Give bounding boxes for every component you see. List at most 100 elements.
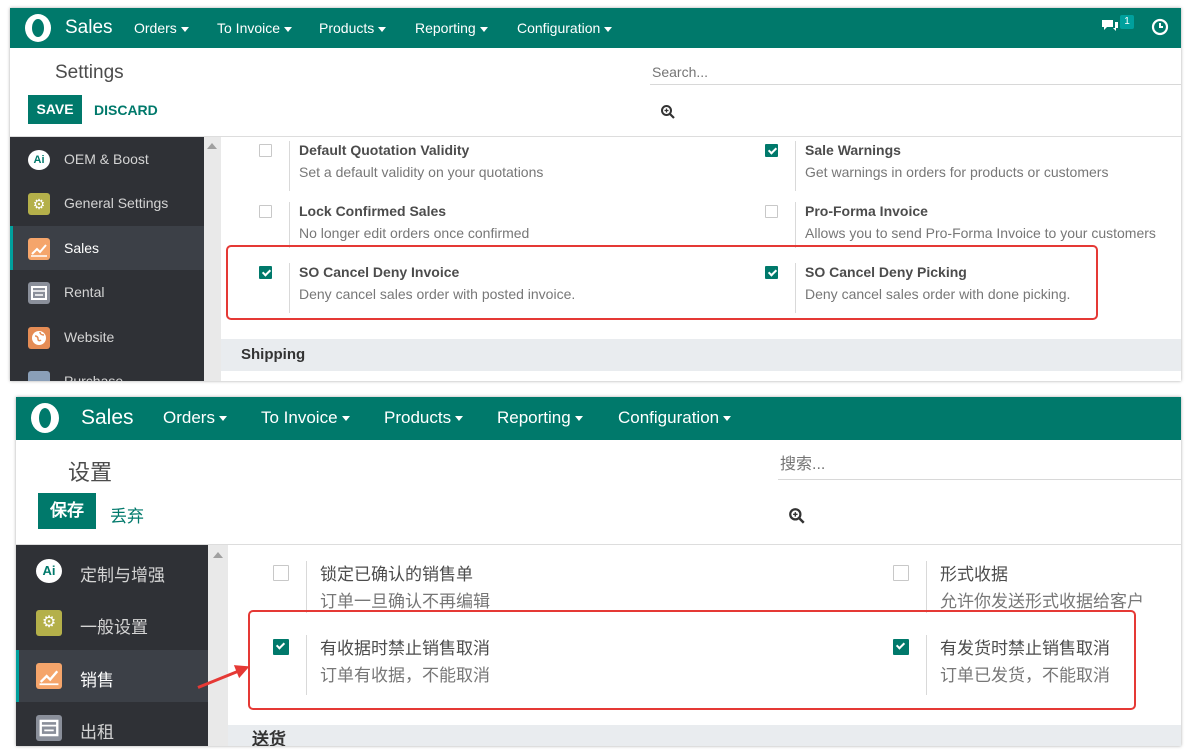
checkbox[interactable] [259, 205, 272, 218]
setting-divider [926, 561, 927, 613]
section-header-shipping: Shipping [221, 339, 1181, 371]
app-name[interactable]: Sales [65, 17, 113, 39]
sidebar-item-general-settings[interactable]: ⚙ 一般设置 [16, 597, 208, 649]
scroll-up-icon[interactable] [207, 143, 217, 149]
globe-icon [28, 327, 50, 349]
menu-configuration[interactable]: Configuration [517, 20, 613, 36]
setting-description: 允许你发送形式收据给客户 [940, 592, 1144, 611]
checkbox[interactable] [765, 205, 778, 218]
caret-down-icon [180, 26, 189, 32]
setting-divider [795, 202, 796, 248]
setting-sale-warnings: Sale Warnings Get warnings in orders for… [727, 137, 1181, 197]
settings-content: 锁定已确认的销售单 订单一旦确认不再编辑 形式收据 允许你发送形式收据给客户 有… [228, 545, 1181, 746]
chart-icon [28, 238, 50, 260]
setting-description: Set a default validity on your quotation… [299, 164, 544, 180]
setting-description: Get warnings in orders for products or c… [805, 164, 1109, 180]
menu-orders[interactable]: Orders [134, 20, 189, 36]
english-settings-screenshot: Sales Orders To Invoice Products Reporti… [10, 8, 1181, 381]
checkbox[interactable] [765, 144, 778, 157]
sidebar-item-label: Purchase [64, 373, 124, 381]
caret-down-icon [604, 26, 613, 32]
sidebar-item-sales[interactable]: Sales [10, 226, 204, 270]
discard-button[interactable]: 丢弃 [110, 502, 144, 527]
sidebar-scrollbar[interactable] [208, 545, 228, 746]
clock-icon[interactable] [1151, 18, 1169, 41]
search-input[interactable] [650, 60, 1181, 85]
odoo-logo-icon[interactable] [31, 403, 59, 433]
checkbox[interactable] [893, 565, 909, 581]
scroll-up-icon[interactable] [213, 552, 223, 558]
top-navbar: Sales Orders To Invoice Products Reporti… [10, 8, 1181, 48]
sidebar-item-purchase[interactable]: Purchase [10, 359, 204, 381]
sidebar-item-label: 销售 [80, 671, 114, 690]
checkbox[interactable] [273, 565, 289, 581]
chat-badge: 1 [1120, 15, 1134, 29]
sidebar-item-label: OEM & Boost [64, 151, 149, 167]
setting-description: 订单一旦确认不再编辑 [320, 592, 490, 611]
sidebar-item-label: 定制与增强 [80, 566, 165, 585]
rental-icon [28, 282, 50, 304]
search-icon[interactable] [660, 104, 676, 125]
menu-reporting[interactable]: Reporting [415, 20, 488, 36]
sidebar-item-label: 一般设置 [80, 618, 148, 637]
gear-icon: ⚙ [36, 610, 62, 636]
setting-pro-forma-invoice: Pro-Forma Invoice Allows you to send Pro… [727, 198, 1181, 248]
sidebar-item-rental[interactable]: Rental [10, 270, 204, 314]
settings-content: Default Quotation Validity Set a default… [221, 137, 1181, 381]
sidebar-item-label: Sales [64, 240, 100, 256]
menu-to-invoice[interactable]: To Invoice [217, 20, 293, 36]
caret-down-icon [479, 26, 488, 32]
menu-orders[interactable]: Orders [163, 408, 227, 428]
highlight-box [248, 610, 1136, 710]
caret-down-icon [455, 416, 464, 422]
menu-configuration[interactable]: Configuration [618, 408, 732, 428]
checkbox[interactable] [259, 144, 272, 157]
setting-pro-forma-invoice: 形式收据 允许你发送形式收据给客户 [848, 557, 1181, 613]
menu-products[interactable]: Products [384, 408, 464, 428]
page-title: Settings [55, 62, 124, 83]
sidebar-item-website[interactable]: Website [10, 315, 204, 359]
sidebar-item-rental[interactable]: 出租 [16, 702, 208, 746]
setting-description: No longer edit orders once confirmed [299, 225, 530, 241]
sidebar-item-oem-boost[interactable]: Ai 定制与增强 [16, 545, 208, 597]
sidebar-item-sales[interactable]: 销售 [16, 650, 208, 702]
setting-lock-confirmed-sales: 锁定已确认的销售单 订单一旦确认不再编辑 [228, 557, 868, 613]
sidebar-item-oem-boost[interactable]: Ai OEM & Boost [10, 137, 204, 181]
setting-title: Pro-Forma Invoice [805, 203, 928, 219]
setting-divider [795, 141, 796, 191]
save-button[interactable]: SAVE [28, 95, 82, 124]
setting-divider [306, 561, 307, 613]
chart-icon [36, 663, 62, 689]
app-name[interactable]: Sales [81, 406, 134, 430]
setting-title: 形式收据 [940, 565, 1008, 584]
top-navbar: Sales Orders To Invoice Products Reporti… [16, 397, 1181, 440]
caret-down-icon [378, 26, 387, 32]
rental-icon [36, 715, 62, 741]
oem-boost-icon: Ai [28, 150, 50, 170]
menu-reporting[interactable]: Reporting [497, 408, 583, 428]
chat-icon[interactable] [1100, 17, 1120, 40]
caret-down-icon [284, 26, 293, 32]
menu-products[interactable]: Products [319, 20, 387, 36]
sidebar-item-label: Rental [64, 284, 105, 300]
sidebar-item-general-settings[interactable]: ⚙ General Settings [10, 181, 204, 225]
chinese-settings-screenshot: Sales Orders To Invoice Products Reporti… [16, 397, 1181, 746]
caret-down-icon [341, 416, 350, 422]
oem-boost-icon: Ai [36, 559, 62, 583]
discard-button[interactable]: DISCARD [94, 102, 158, 118]
caret-down-icon [574, 416, 583, 422]
setting-title: Default Quotation Validity [299, 142, 470, 158]
sidebar-scrollbar[interactable] [204, 137, 221, 381]
setting-divider [289, 202, 290, 248]
setting-divider [289, 141, 290, 191]
section-header-shipping: 送货 [228, 725, 1181, 746]
menu-to-invoice[interactable]: To Invoice [261, 408, 350, 428]
page-title: 设置 [68, 460, 113, 485]
setting-title: 锁定已确认的销售单 [320, 565, 473, 584]
sidebar-item-label: General Settings [64, 195, 169, 211]
sidebar-item-label: 出租 [80, 723, 114, 742]
search-input[interactable] [778, 451, 1181, 480]
search-icon[interactable] [788, 507, 806, 530]
save-button[interactable]: 保存 [38, 493, 96, 529]
odoo-logo-icon[interactable] [25, 14, 51, 42]
